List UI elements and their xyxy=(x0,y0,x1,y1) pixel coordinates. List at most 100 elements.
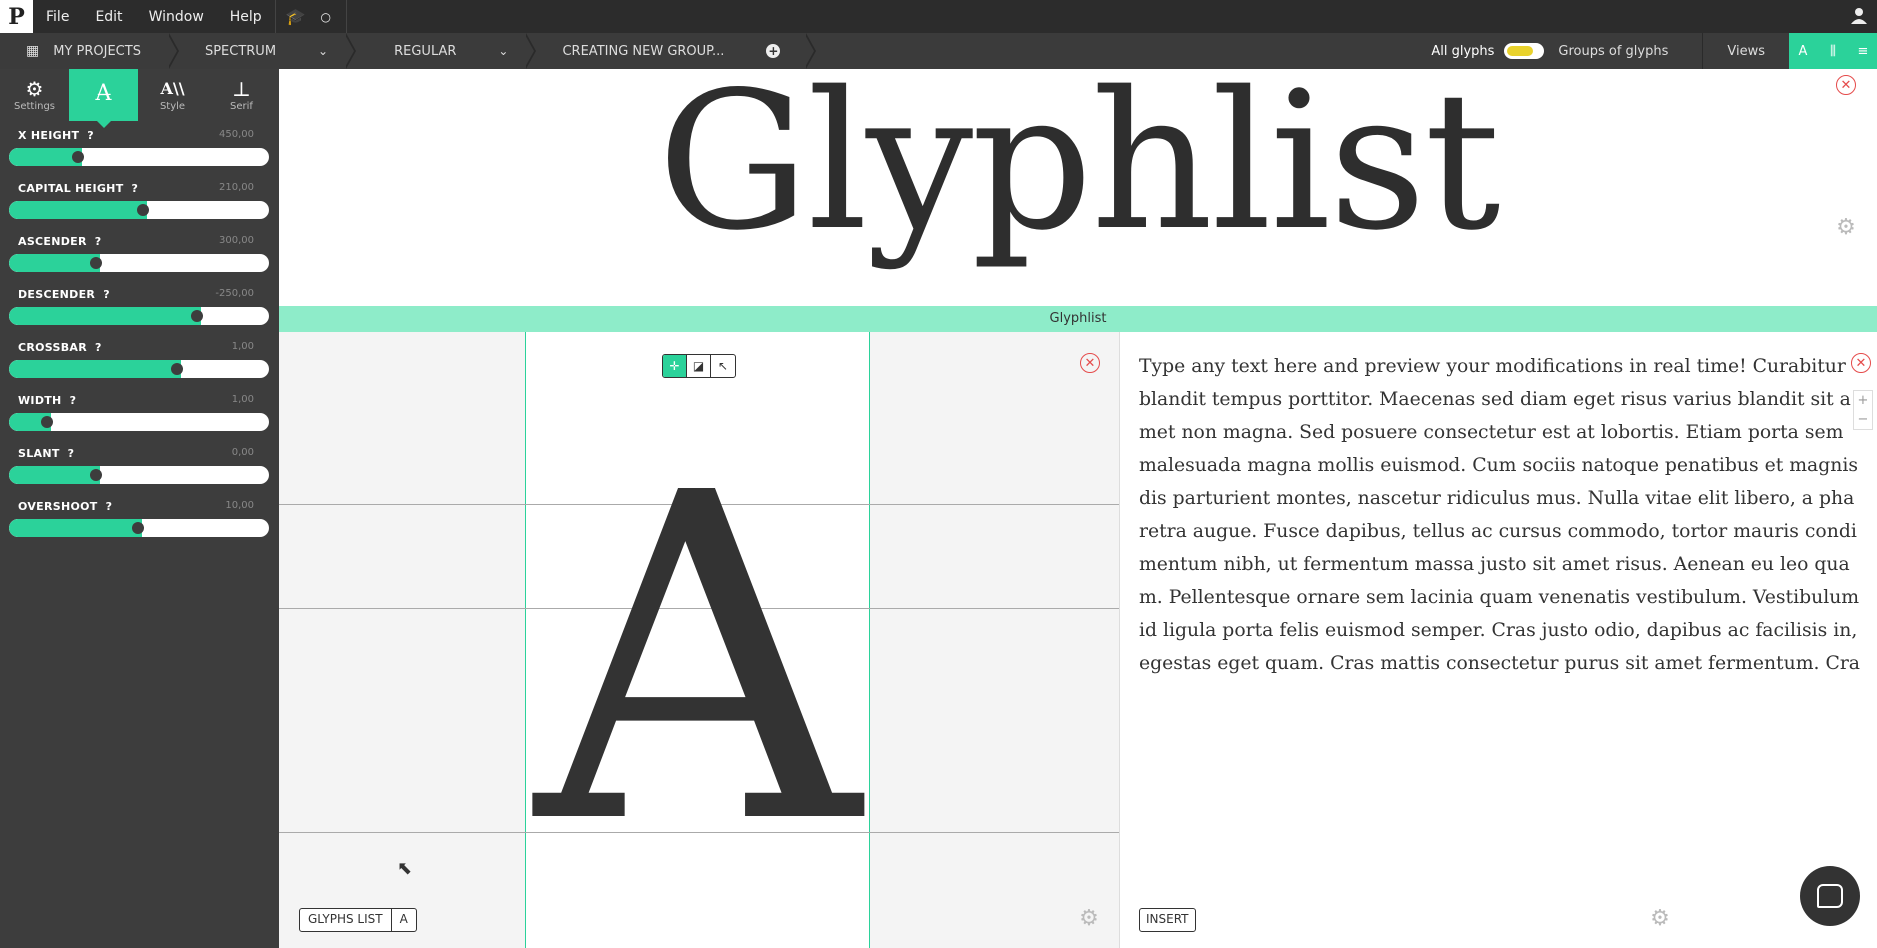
help-icon[interactable]: ? xyxy=(95,341,102,354)
slider-row: DESCENDER? -250,00 xyxy=(9,280,270,333)
tab-serif-label: Serif xyxy=(230,100,253,112)
edit-tools: ✛ ◪ ↖ xyxy=(662,354,736,378)
slider-handle[interactable] xyxy=(132,522,144,534)
slider-row: CAPITAL HEIGHT? 210,00 xyxy=(9,174,270,227)
slider-value: 1,00 xyxy=(231,394,254,405)
slider-fill xyxy=(9,466,100,484)
slider-value: 1,00 xyxy=(231,341,254,352)
pointer-tool-icon[interactable]: ↖ xyxy=(711,355,735,377)
slider-handle[interactable] xyxy=(90,257,102,269)
app-window: P File Edit Window Help 🎓 ○ ▦ MY PROJECT… xyxy=(0,0,1877,948)
glyphs-list-button[interactable]: GLYPHS LIST A xyxy=(299,908,417,932)
zoom-in-button[interactable]: + xyxy=(1854,391,1872,410)
slider-row: ASCENDER? 300,00 xyxy=(9,227,270,280)
parameters-sidebar: ⚙ Settings A̶ A\\ Style ⊥ Serif X HEIGHT… xyxy=(0,69,279,948)
tab-serif[interactable]: ⊥ Serif xyxy=(207,69,276,121)
help-icon[interactable]: ? xyxy=(68,447,75,460)
mouse-cursor-icon: ⬉ xyxy=(397,858,413,879)
slider-fill xyxy=(9,307,201,325)
slider-label: WIDTH? xyxy=(18,394,77,407)
sidebar-tabs: ⚙ Settings A̶ A\\ Style ⊥ Serif xyxy=(0,69,279,128)
slider-handle[interactable] xyxy=(137,204,149,216)
gear-icon[interactable]: ⚙ xyxy=(1649,908,1671,930)
glyphs-list-label: GLYPHS LIST xyxy=(308,912,383,926)
slider-row: SLANT? 0,00 xyxy=(9,439,270,492)
slider-label: X HEIGHT? xyxy=(18,129,94,142)
gear-icon[interactable]: ⚙ xyxy=(1078,908,1100,930)
menu-file[interactable]: File xyxy=(33,0,82,33)
text-preview: Type any text here and preview your modi… xyxy=(1119,332,1877,948)
slider-handle[interactable] xyxy=(171,363,183,375)
slider-list: X HEIGHT? 450,00 CAPITAL HEIGHT? 210,00 ASCE… xyxy=(0,121,279,545)
help-icon[interactable]: ? xyxy=(70,394,77,407)
insert-button[interactable]: INSERT xyxy=(1139,908,1196,932)
slider-handle[interactable] xyxy=(90,469,102,481)
slider-track[interactable] xyxy=(9,254,269,272)
slider-track[interactable] xyxy=(9,466,269,484)
slider-label: ASCENDER? xyxy=(18,235,102,248)
close-icon[interactable]: ✕ xyxy=(1836,75,1856,95)
chat-support-icon[interactable] xyxy=(1800,866,1860,926)
slider-value: -250,00 xyxy=(215,288,254,299)
preview-text[interactable]: Type any text here and preview your modi… xyxy=(1139,350,1861,680)
breadcrumb-family-label: SPECTRUM xyxy=(204,43,277,59)
graduation-cap-icon[interactable]: 🎓 xyxy=(276,0,316,33)
menu-window[interactable]: Window xyxy=(136,0,217,33)
menu-separator xyxy=(345,0,347,33)
slider-label: OVERSHOOT? xyxy=(18,500,113,513)
tab-settings-label: Settings xyxy=(13,100,55,112)
breadcrumb-my-projects[interactable]: ▦ MY PROJECTS xyxy=(0,33,179,69)
slider-fill xyxy=(9,519,142,537)
close-icon[interactable]: ✕ xyxy=(1080,353,1100,373)
help-icon[interactable]: ? xyxy=(103,288,110,301)
gear-icon[interactable]: ⚙ xyxy=(1835,217,1857,239)
slider-label: DESCENDER? xyxy=(18,288,110,301)
breadcrumb-my-projects-label: MY PROJECTS xyxy=(53,43,141,59)
glyph-editor[interactable]: A ✛ ◪ ↖ ✕ GLYPHS LIST A ⬉ ⚙ xyxy=(279,332,1119,948)
slider-label: SLANT? xyxy=(18,447,75,460)
zoom-controls: + − xyxy=(1853,390,1873,430)
zoom-out-button[interactable]: − xyxy=(1854,410,1872,429)
slider-value: 450,00 xyxy=(219,129,254,140)
status-circle-icon[interactable]: ○ xyxy=(316,0,336,33)
slider-value: 300,00 xyxy=(219,235,254,246)
slider-row: WIDTH? 1,00 xyxy=(9,386,270,439)
menu-help[interactable]: Help xyxy=(217,0,275,33)
slider-handle[interactable] xyxy=(72,151,84,163)
help-icon[interactable]: ? xyxy=(106,500,113,513)
style-icon: A\\ xyxy=(160,78,185,98)
glyphlist-strip: Glyphlist xyxy=(279,306,1877,332)
menu-edit[interactable]: Edit xyxy=(82,0,135,33)
app-logo[interactable]: P xyxy=(0,0,33,33)
chat-icon-inner xyxy=(1817,884,1843,908)
help-icon[interactable]: ? xyxy=(95,235,102,248)
slider-handle[interactable] xyxy=(41,416,53,428)
shape-tool-icon[interactable]: ◪ xyxy=(687,355,711,377)
move-tool-icon[interactable]: ✛ xyxy=(663,355,687,377)
slider-handle[interactable] xyxy=(191,310,203,322)
slider-value: 0,00 xyxy=(231,447,254,458)
help-icon[interactable]: ? xyxy=(87,129,94,142)
slider-track[interactable] xyxy=(9,307,269,325)
projects-icon: ▦ xyxy=(26,43,40,59)
slider-row: CROSSBAR? 1,00 xyxy=(9,333,270,386)
current-glyph-label: A xyxy=(390,909,416,931)
slider-track[interactable] xyxy=(9,360,269,378)
slider-track[interactable] xyxy=(9,148,269,166)
preview-word: Glyphlist xyxy=(657,51,1500,272)
slider-fill xyxy=(9,360,181,378)
help-icon[interactable]: ? xyxy=(132,182,139,195)
slider-label: CAPITAL HEIGHT? xyxy=(18,182,139,195)
font-params-icon: A̶ xyxy=(95,81,112,106)
user-icon[interactable] xyxy=(1849,6,1869,26)
settings-icon: ⚙ xyxy=(25,76,44,101)
serif-icon: ⊥ xyxy=(232,76,251,101)
tab-settings[interactable]: ⚙ Settings xyxy=(0,69,69,121)
tab-style[interactable]: A\\ Style xyxy=(138,69,207,121)
tab-style-label: Style xyxy=(159,100,186,112)
slider-value: 10,00 xyxy=(225,500,254,511)
tab-font-params[interactable]: A̶ xyxy=(69,69,138,128)
slider-label: CROSSBAR? xyxy=(18,341,102,354)
close-icon[interactable]: ✕ xyxy=(1851,353,1871,373)
edited-glyph[interactable]: A xyxy=(525,436,870,886)
